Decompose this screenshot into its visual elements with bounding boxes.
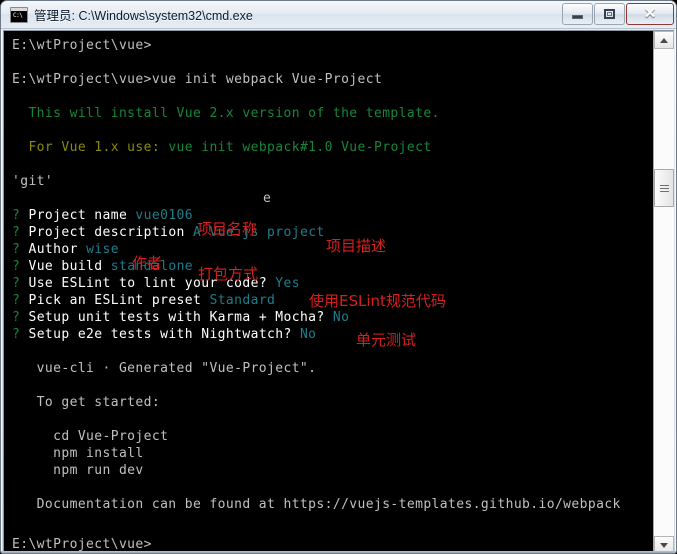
console-text-segment: No	[332, 310, 350, 325]
console-line: ? Pick an ESLint preset Standard	[12, 292, 275, 309]
chevron-up-icon	[660, 37, 668, 43]
window-bottom-edge	[1, 551, 676, 553]
chevron-down-icon	[660, 542, 668, 548]
console-text-segment: ?	[12, 310, 29, 325]
console-text-segment: E:\wtProject\vue>	[12, 537, 152, 552]
console-text-segment: cd Vue-Project	[12, 429, 169, 444]
console-text-segment: This will install Vue 2.x version of the…	[12, 106, 440, 121]
console-text-segment: Project description	[28, 225, 194, 240]
console-text-segment: Setup e2e tests with Nightwatch?	[28, 327, 300, 342]
window-title: 管理员: C:\Windows\system32\cmd.exe	[34, 9, 253, 23]
cmd-console-icon: C:\	[10, 6, 28, 23]
console-line: ? Setup e2e tests with Nightwatch? No	[12, 326, 316, 343]
console-text-segment: ?	[12, 276, 29, 291]
minimize-icon	[572, 15, 583, 19]
console-text-segment: For Vue 1.x use:	[12, 140, 161, 155]
console-line: ? Project name vue0106	[12, 207, 193, 224]
console-text-segment: To get started:	[12, 395, 161, 410]
console-text-segment: vue init webpack#1.0 Vue-Project	[160, 140, 432, 155]
console-line: ? Project description A Vue.js project	[12, 224, 325, 241]
annotation-label: 项目描述	[326, 237, 387, 255]
console-text-segment: Documentation can be found at https://vu…	[12, 497, 621, 512]
console-text-segment: wise	[86, 242, 119, 257]
window-controls: ✕	[561, 3, 674, 25]
annotation-label: 使用ESLint规范代码	[309, 292, 446, 310]
console-text-segment: Setup unit tests with Karma + Mocha?	[28, 310, 333, 325]
maximize-icon	[604, 9, 615, 19]
scrollbar-grip-icon	[659, 183, 669, 194]
close-icon: ✕	[643, 5, 657, 22]
minimize-button[interactable]	[562, 3, 593, 25]
console-line: 'git'	[12, 173, 53, 190]
console-text-segment: ?	[12, 259, 29, 274]
console-text-segment: ?	[12, 293, 29, 308]
console-line: cd Vue-Project	[12, 428, 168, 445]
console-output[interactable]: E:\wtProject\vue> E:\wtProject\vue>vue in…	[4, 31, 652, 553]
title-bar[interactable]: C:\ 管理员: C:\Windows\system32\cmd.exe ✕	[1, 1, 676, 29]
console-text-segment: ?	[12, 225, 29, 240]
console-line: vue-cli · Generated "Vue-Project".	[12, 360, 316, 377]
console-line: E:\wtProject\vue>vue init webpack Vue-Pr…	[12, 71, 382, 88]
annotation-label: 打包方式	[198, 265, 259, 283]
vertical-scrollbar[interactable]	[653, 31, 674, 553]
console-text-segment: No	[299, 327, 317, 342]
console-text-segment: E:\wtProject\vue>vue init webpack Vue-Pr…	[12, 72, 383, 87]
console-client-area: E:\wtProject\vue> E:\wtProject\vue>vue in…	[3, 30, 674, 553]
annotation-label: 项目名称	[197, 220, 258, 238]
console-text-segment: npm run dev	[12, 463, 144, 478]
console-line: Documentation can be found at https://vu…	[12, 496, 621, 513]
maximize-button[interactable]	[594, 3, 625, 25]
console-text-segment: npm install	[12, 446, 144, 461]
console-line: ? Setup unit tests with Karma + Mocha? N…	[12, 309, 349, 326]
scroll-up-button[interactable]	[654, 31, 674, 49]
console-text-segment: Pick an ESLint preset	[28, 293, 210, 308]
console-text-segment: 'git'	[12, 174, 54, 189]
console-text-segment: ?	[12, 327, 29, 342]
console-text-segment: vue-cli · Generated "Vue-Project".	[12, 361, 317, 376]
close-button[interactable]: ✕	[626, 3, 674, 25]
console-text-segment: vue0106	[135, 208, 194, 223]
console-text-segment: Project name	[28, 208, 136, 223]
console-line: ? Vue build standalone	[12, 258, 193, 275]
console-line: For Vue 1.x use: vue init webpack#1.0 Vu…	[12, 139, 432, 156]
annotation-label: 作者	[132, 254, 163, 272]
console-text-segment: Yes	[275, 276, 300, 291]
cmd-icon-glyph: C:\	[13, 11, 23, 19]
cmd-window: C:\ 管理员: C:\Windows\system32\cmd.exe ✕ E…	[0, 0, 677, 554]
console-stray-character: e	[263, 191, 272, 206]
console-text-segment: ?	[12, 242, 29, 257]
console-line: npm run dev	[12, 462, 144, 479]
scrollbar-track[interactable]	[654, 49, 674, 536]
annotation-label: 单元测试	[356, 331, 417, 349]
console-line: npm install	[12, 445, 144, 462]
console-line: To get started:	[12, 394, 160, 411]
console-line: E:\wtProject\vue>	[12, 37, 152, 54]
console-text-segment: Standard	[209, 293, 276, 308]
console-text-segment: Vue build	[28, 259, 111, 274]
console-line: ? Author wise	[12, 241, 119, 258]
console-text-segment: ?	[12, 208, 29, 223]
console-line: This will install Vue 2.x version of the…	[12, 105, 440, 122]
scrollbar-thumb[interactable]	[654, 169, 674, 207]
console-text-segment: Author	[28, 242, 87, 257]
console-text-segment: E:\wtProject\vue>	[12, 38, 152, 53]
